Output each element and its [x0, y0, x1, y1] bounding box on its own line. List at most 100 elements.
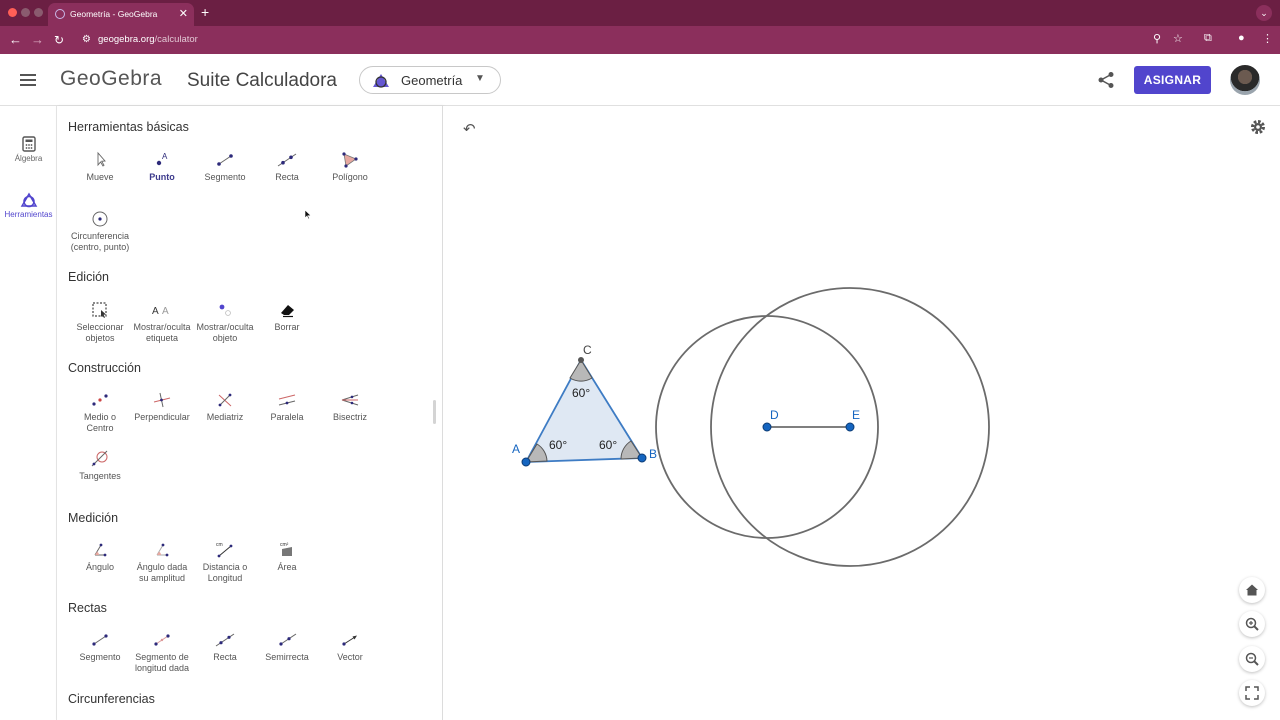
tool-distance-length[interactable]: cm Distancia o Longitud — [192, 541, 258, 584]
label-a: A — [512, 442, 520, 456]
tool-ray[interactable]: Semirrecta — [254, 631, 320, 663]
tool-point[interactable]: A Punto — [129, 151, 195, 183]
tool-vector[interactable]: Vector — [317, 631, 383, 663]
url-field[interactable]: geogebra.org/calculator — [98, 34, 198, 45]
geogebra-favicon-icon — [55, 9, 65, 19]
graphics-view[interactable]: ↶ A B C D E 60° 60° 60° — [443, 106, 1280, 720]
panel-scrollbar[interactable] — [433, 400, 436, 424]
site-settings-icon[interactable]: ⚙ — [82, 34, 91, 45]
zoom-out-button[interactable] — [1239, 646, 1265, 672]
profile-icon[interactable]: ● — [1238, 32, 1245, 44]
angle-c-value: 60° — [572, 386, 590, 400]
new-tab-icon[interactable]: + — [201, 4, 209, 20]
browser-tab-bar: Geometría - GeoGebra ✕ + ⌄ — [0, 0, 1280, 26]
label-c: C — [583, 343, 592, 357]
angle-c-sector[interactable] — [569, 359, 593, 382]
tool-label: Tangentes — [79, 471, 121, 481]
fullscreen-icon — [1245, 686, 1259, 700]
tool-label: Medio o Centro — [83, 412, 117, 433]
point-icon: A — [156, 152, 168, 166]
segment-given-length-icon — [154, 634, 170, 646]
svg-text:A: A — [152, 306, 159, 317]
point-a[interactable] — [521, 457, 531, 467]
user-avatar[interactable] — [1230, 65, 1260, 95]
tool-midpoint[interactable]: Medio o Centro — [67, 391, 133, 434]
app-header: GeoGebra Suite Calculadora Geometría ▼ A… — [0, 54, 1280, 106]
tool-show-hide-label[interactable]: AA Mostrar/oculta etiqueta — [129, 301, 195, 344]
tool-perpendicular-bisector[interactable]: Mediatriz — [192, 391, 258, 423]
share-icon[interactable] — [1097, 71, 1115, 89]
ray-icon — [279, 633, 297, 646]
reload-icon[interactable]: ↻ — [54, 32, 64, 48]
tool-tangents[interactable]: Tangentes — [67, 450, 133, 482]
back-icon[interactable]: ← — [9, 32, 22, 48]
app-switcher-dropdown[interactable]: Geometría ▼ — [359, 66, 501, 94]
tool-label: Vector — [337, 652, 363, 662]
line-icon — [277, 153, 297, 167]
assign-button[interactable]: ASIGNAR — [1134, 66, 1211, 94]
rail-item-tools[interactable]: Herramientas — [0, 192, 57, 219]
tool-circle-center-point[interactable]: Circunferencia (centro, punto) — [67, 210, 133, 253]
extensions-icon[interactable]: ⧉ — [1204, 32, 1212, 45]
angle-icon — [94, 543, 107, 557]
zoom-in-icon — [1245, 617, 1259, 631]
point-e[interactable] — [845, 422, 855, 432]
rail-item-algebra[interactable]: Álgebra — [0, 136, 57, 163]
section-title-basic: Herramientas básicas — [68, 120, 189, 134]
tool-label: Recta — [213, 652, 237, 662]
point-d[interactable] — [762, 422, 772, 432]
distance-icon: cm — [216, 542, 233, 558]
tool-parallel[interactable]: Paralela — [254, 391, 320, 423]
window-close-dot[interactable] — [8, 8, 17, 17]
tool-label: Bisectriz — [332, 412, 367, 422]
tool-label: Punto — [149, 172, 175, 182]
point-b[interactable] — [637, 453, 647, 463]
tool-move[interactable]: Mueve — [67, 151, 133, 183]
tool-angle[interactable]: Ángulo — [67, 541, 133, 573]
tool-segment-given-length[interactable]: Segmento de longitud dada — [129, 631, 195, 674]
zoom-in-button[interactable] — [1239, 611, 1265, 637]
tab-list-icon[interactable]: ⌄ — [1256, 5, 1272, 21]
tool-line-2[interactable]: Recta — [192, 631, 258, 663]
angle-b-value: 60° — [599, 438, 617, 452]
tab-close-icon[interactable]: ✕ — [179, 7, 188, 20]
label-b: B — [649, 447, 657, 461]
window-zoom-dot[interactable] — [34, 8, 43, 17]
parallel-icon — [278, 394, 296, 406]
tool-label: Polígono — [332, 172, 368, 182]
tool-label: Distancia o Longitud — [202, 562, 248, 583]
segment-icon — [217, 154, 233, 166]
tool-polygon[interactable]: Polígono — [317, 151, 383, 183]
browser-tab[interactable]: Geometría - GeoGebra ✕ — [48, 3, 194, 26]
fullscreen-button[interactable] — [1239, 680, 1265, 706]
label-d: D — [770, 408, 779, 422]
forward-icon[interactable]: → — [31, 32, 44, 48]
tool-angle-bisector[interactable]: Bisectriz — [317, 391, 383, 423]
label-e: E — [852, 408, 860, 422]
home-view-button[interactable] — [1239, 577, 1265, 603]
tool-segment[interactable]: Segmento — [192, 151, 258, 183]
segment-icon — [92, 634, 108, 646]
tools-panel: Herramientas básicas Mueve A Punto Segme… — [57, 106, 443, 720]
zoom-page-icon[interactable]: ⚲ — [1153, 32, 1161, 45]
bookmark-star-icon[interactable]: ☆ — [1173, 32, 1183, 45]
tool-select-objects[interactable]: Seleccionar objetos — [67, 301, 133, 344]
cursor-arrow-icon — [97, 151, 106, 167]
tool-angle-given-size[interactable]: Ángulo dada su amplitud — [129, 541, 195, 584]
browser-menu-icon[interactable]: ⋮ — [1262, 32, 1273, 45]
menu-icon[interactable] — [20, 74, 36, 86]
tool-delete[interactable]: Borrar — [254, 301, 320, 333]
mouse-cursor-icon — [304, 209, 312, 220]
tool-area[interactable]: cm² Área — [254, 541, 320, 573]
tool-show-hide-object[interactable]: Mostrar/oculta objeto — [192, 301, 258, 344]
section-title-circles: Circunferencias — [68, 692, 155, 706]
point-c[interactable] — [578, 357, 584, 363]
construction-drawing: A B C D E 60° 60° 60° — [512, 287, 990, 567]
app-title: Suite Calculadora — [187, 70, 337, 91]
angle-given-size-icon — [156, 543, 169, 557]
tool-line[interactable]: Recta — [254, 151, 320, 183]
window-minimize-dot[interactable] — [21, 8, 30, 17]
geogebra-logo[interactable]: GeoGebra — [60, 67, 162, 91]
tool-segment-2[interactable]: Segmento — [67, 631, 133, 663]
tool-perpendicular[interactable]: Perpendicular — [129, 391, 195, 423]
